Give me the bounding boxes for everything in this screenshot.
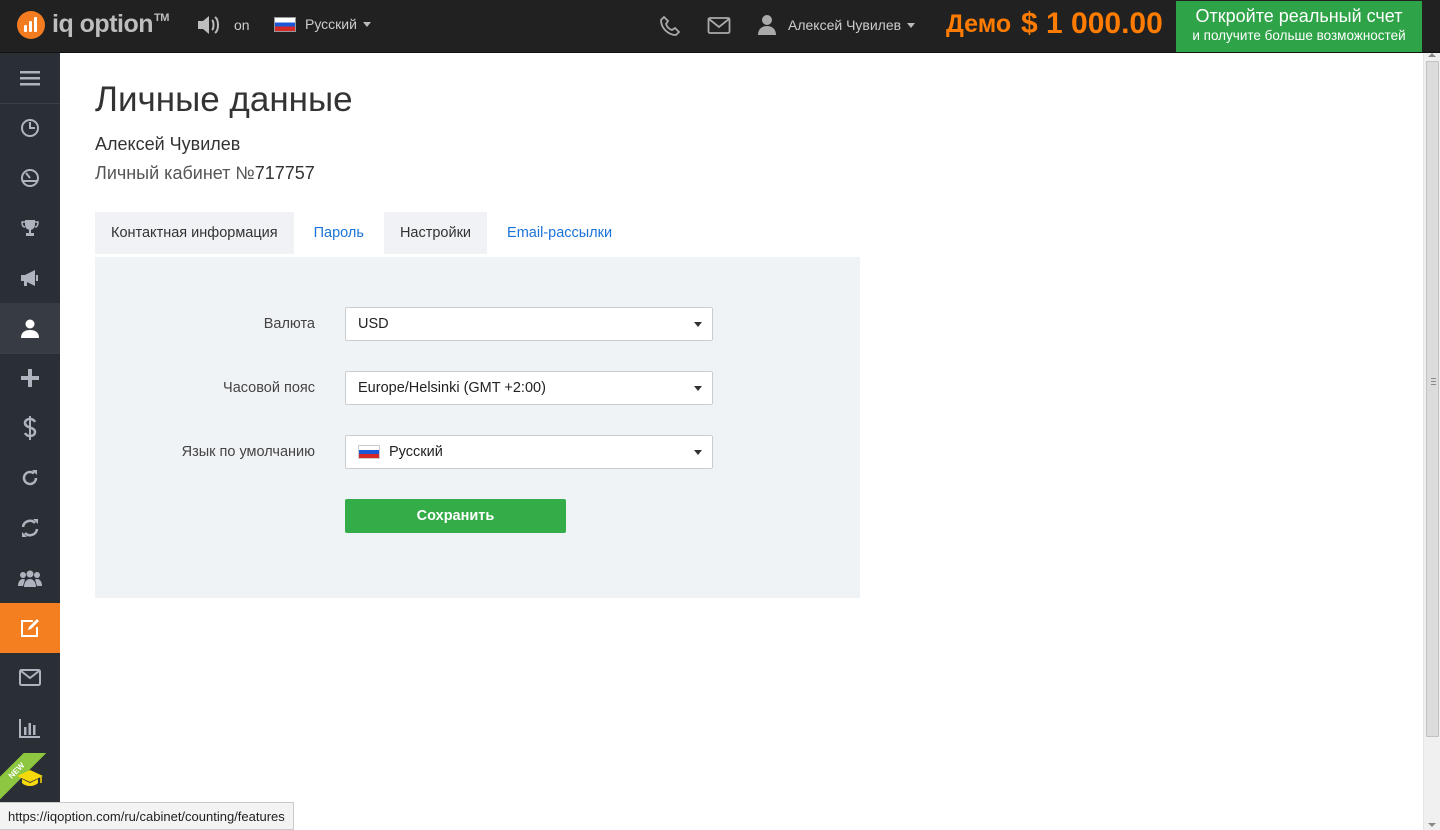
default-language-value: Русский xyxy=(389,444,443,460)
sidebar-item-personal-data[interactable] xyxy=(0,603,60,653)
russia-flag-icon xyxy=(274,16,296,32)
default-language-label: Язык по умолчанию xyxy=(181,444,315,460)
russia-flag-icon xyxy=(358,445,380,459)
scroll-up-icon[interactable] xyxy=(1428,53,1436,57)
logo-text: iq optionTM xyxy=(52,10,169,38)
group-icon xyxy=(18,570,42,587)
sound-status: on xyxy=(234,17,250,33)
sidebar: NEW xyxy=(0,53,60,830)
sidebar-item-education[interactable]: NEW xyxy=(0,753,60,803)
top-bar: iq optionTM on Русский Алексей Чувилев Д… xyxy=(0,0,1440,53)
page-title: Личные данные xyxy=(95,80,353,119)
user-menu[interactable]: Алексей Чувилев xyxy=(758,14,916,36)
sync-icon xyxy=(21,519,39,537)
refresh-icon xyxy=(22,470,38,486)
sidebar-item-withdraw[interactable] xyxy=(0,403,60,453)
megaphone-icon xyxy=(21,270,38,286)
vertical-scrollbar[interactable] xyxy=(1423,53,1440,830)
speaker-icon xyxy=(198,16,219,34)
sidebar-item-tournaments[interactable] xyxy=(0,203,60,253)
caret-down-icon xyxy=(362,21,371,27)
graduation-cap-icon xyxy=(17,770,43,786)
dollar-icon xyxy=(23,416,37,440)
sound-toggle[interactable]: on xyxy=(196,14,250,36)
sidebar-item-community[interactable] xyxy=(0,553,60,603)
currency-label: Валюта xyxy=(263,316,315,332)
open-real-account-button[interactable]: Откройте реальный счет и получите больше… xyxy=(1176,1,1422,52)
gauge-icon xyxy=(21,169,39,187)
profile-tabs: Контактная информация Пароль Настройки E… xyxy=(95,212,632,254)
profile-user-name: Алексей Чувилев xyxy=(95,134,241,154)
sidebar-item-analytics[interactable] xyxy=(0,703,60,753)
scrollbar-thumb[interactable] xyxy=(1426,61,1439,737)
timezone-label: Часовой пояс xyxy=(223,380,315,396)
language-selector[interactable]: Русский xyxy=(274,16,371,32)
cta-subtitle: и получите больше возможностей xyxy=(1192,28,1406,43)
sidebar-item-history[interactable] xyxy=(0,103,60,153)
plus-icon xyxy=(21,369,39,387)
sidebar-item-deposit[interactable] xyxy=(0,353,60,403)
currency-value: USD xyxy=(358,316,389,332)
menu-icon xyxy=(20,71,40,86)
sidebar-item-stats[interactable] xyxy=(0,153,60,203)
trophy-icon xyxy=(21,220,39,236)
language-label: Русский xyxy=(305,16,357,32)
cta-title: Откройте реальный счет xyxy=(1195,6,1403,26)
tab-contact-info[interactable]: Контактная информация xyxy=(95,212,294,254)
edit-icon xyxy=(21,619,39,637)
save-button[interactable]: Сохранить xyxy=(345,499,566,533)
dropdown-arrow-icon xyxy=(694,386,702,391)
tab-password[interactable]: Пароль xyxy=(294,212,384,254)
settings-panel: Валюта USD Часовой пояс Europe/Helsinki … xyxy=(95,257,860,598)
clock-icon xyxy=(21,119,39,137)
default-language-select[interactable]: Русский xyxy=(345,435,713,469)
cabinet-number: Личный кабинет №717757 xyxy=(95,163,315,183)
tab-email-newsletters[interactable]: Email-рассылки xyxy=(487,212,632,254)
caret-down-icon xyxy=(907,22,916,28)
user-icon xyxy=(758,15,776,35)
scroll-down-icon[interactable] xyxy=(1428,823,1436,827)
logo[interactable]: iq optionTM xyxy=(17,10,169,39)
dropdown-arrow-icon xyxy=(694,322,702,327)
timezone-value: Europe/Helsinki (GMT +2:00) xyxy=(358,380,546,396)
sidebar-item-transactions[interactable] xyxy=(0,503,60,553)
sidebar-item-reload[interactable] xyxy=(0,453,60,503)
mail-icon[interactable] xyxy=(707,16,731,36)
bar-chart-icon xyxy=(19,719,40,738)
envelope-icon xyxy=(19,669,41,686)
phone-icon[interactable] xyxy=(659,15,681,37)
timezone-select[interactable]: Europe/Helsinki (GMT +2:00) xyxy=(345,371,713,405)
dropdown-arrow-icon xyxy=(694,450,702,455)
user-icon xyxy=(21,319,39,338)
user-name: Алексей Чувилев xyxy=(788,17,902,33)
tab-settings[interactable]: Настройки xyxy=(383,212,488,254)
logo-icon xyxy=(17,10,45,39)
sidebar-item-promo[interactable] xyxy=(0,253,60,303)
sidebar-item-menu[interactable] xyxy=(0,53,60,103)
account-mode[interactable]: Демо xyxy=(946,10,1011,39)
sidebar-item-messages[interactable] xyxy=(0,653,60,703)
sidebar-item-profile[interactable] xyxy=(0,303,60,353)
status-bar-url: https://iqoption.com/ru/cabinet/counting… xyxy=(0,802,294,830)
balance: $ 1 000.00 xyxy=(1021,7,1163,40)
currency-select[interactable]: USD xyxy=(345,307,713,341)
